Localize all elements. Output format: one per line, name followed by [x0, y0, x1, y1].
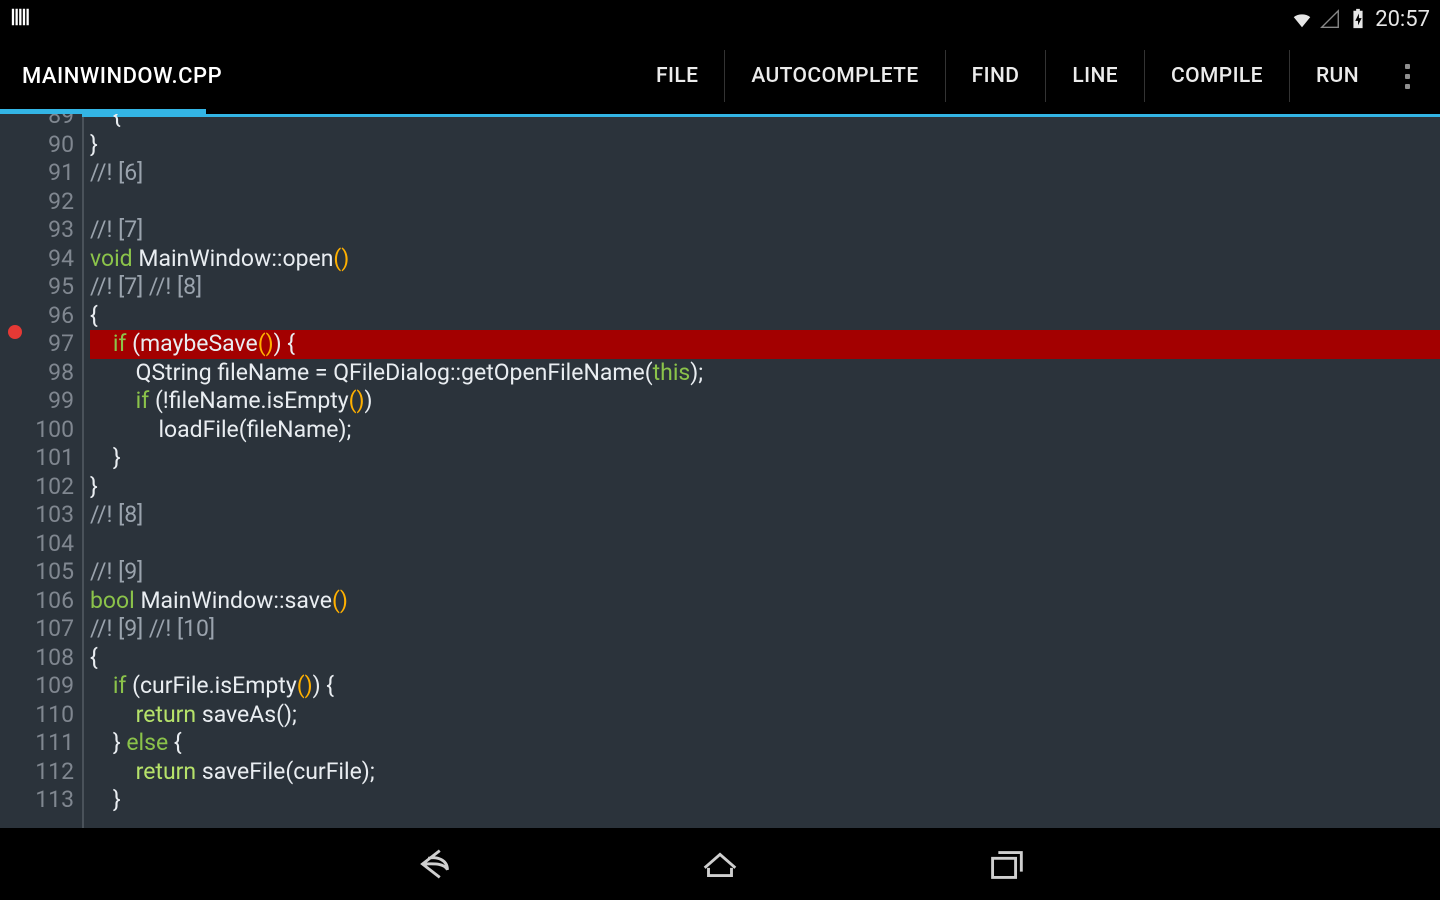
code-line[interactable]: } — [90, 131, 1440, 160]
code-line[interactable]: //! [9] — [90, 558, 1440, 587]
status-left-icons — [10, 6, 32, 32]
menu-find[interactable]: FIND — [945, 50, 1046, 102]
code-line[interactable]: //! [8] — [90, 501, 1440, 530]
wifi-icon — [1291, 8, 1313, 30]
code-line[interactable]: } else { — [90, 729, 1440, 758]
code-line[interactable]: QString fileName = QFileDialog::getOpenF… — [90, 359, 1440, 388]
barcode-icon — [10, 6, 32, 28]
line-number[interactable]: 90 — [0, 131, 74, 160]
code-line[interactable]: { — [90, 644, 1440, 673]
line-number[interactable]: 112 — [0, 758, 74, 787]
code-area[interactable]: {}//! [6]//! [7]void MainWindow::open()/… — [84, 114, 1440, 828]
line-number[interactable]: 89 — [0, 114, 74, 131]
document-title[interactable]: MAINWINDOW.CPP — [22, 64, 222, 89]
breakpoint-marker[interactable] — [8, 325, 22, 339]
battery-charging-icon — [1347, 8, 1369, 30]
nav-home-icon[interactable] — [697, 841, 743, 887]
line-number[interactable]: 91 — [0, 159, 74, 188]
code-line[interactable]: loadFile(fileName); — [90, 416, 1440, 445]
line-number[interactable]: 94 — [0, 245, 74, 274]
line-number[interactable]: 98 — [0, 359, 74, 388]
line-number[interactable]: 99 — [0, 387, 74, 416]
line-number[interactable]: 107 — [0, 615, 74, 644]
line-number[interactable]: 93 — [0, 216, 74, 245]
line-number[interactable]: 106 — [0, 587, 74, 616]
action-bar: MAINWINDOW.CPP FILE AUTOCOMPLETE FIND LI… — [0, 38, 1440, 114]
android-nav-bar — [0, 828, 1440, 900]
code-line[interactable]: } — [90, 444, 1440, 473]
menu-line[interactable]: LINE — [1045, 50, 1144, 102]
code-line[interactable]: //! [9] //! [10] — [90, 615, 1440, 644]
code-editor[interactable]: 8990919293949596979899100101102103104105… — [0, 114, 1440, 828]
nav-recent-icon[interactable] — [983, 841, 1029, 887]
line-number[interactable]: 104 — [0, 530, 74, 559]
code-line[interactable]: void MainWindow::open() — [90, 245, 1440, 274]
line-number-gutter[interactable]: 8990919293949596979899100101102103104105… — [0, 114, 82, 828]
code-line[interactable] — [90, 188, 1440, 217]
code-line[interactable]: //! [7] //! [8] — [90, 273, 1440, 302]
status-clock: 20:57 — [1375, 7, 1430, 32]
line-number[interactable]: 113 — [0, 786, 74, 815]
code-line[interactable]: if (curFile.isEmpty()) { — [90, 672, 1440, 701]
code-line[interactable]: if (!fileName.isEmpty()) — [90, 387, 1440, 416]
cell-signal-icon — [1319, 8, 1341, 30]
nav-back-icon[interactable] — [411, 841, 457, 887]
line-number[interactable]: 102 — [0, 473, 74, 502]
android-status-bar: 20:57 — [0, 0, 1440, 38]
menu-compile[interactable]: COMPILE — [1144, 50, 1289, 102]
line-number[interactable]: 110 — [0, 701, 74, 730]
menu-autocomplete[interactable]: AUTOCOMPLETE — [724, 50, 944, 102]
code-line[interactable] — [90, 530, 1440, 559]
line-number[interactable]: 111 — [0, 729, 74, 758]
code-line[interactable]: return saveAs(); — [90, 701, 1440, 730]
code-line[interactable]: } — [90, 473, 1440, 502]
action-menu: FILE AUTOCOMPLETE FIND LINE COMPILE RUN — [630, 50, 1385, 102]
code-line[interactable]: { — [90, 114, 1440, 131]
line-number[interactable]: 109 — [0, 672, 74, 701]
status-right-icons: 20:57 — [1291, 7, 1430, 32]
code-line[interactable]: } — [90, 786, 1440, 815]
menu-file[interactable]: FILE — [630, 50, 724, 102]
code-line[interactable]: if (maybeSave()) { — [90, 330, 1440, 359]
overflow-menu-button[interactable] — [1385, 64, 1430, 89]
code-line[interactable]: //! [6] — [90, 159, 1440, 188]
line-number[interactable]: 92 — [0, 188, 74, 217]
code-line[interactable]: bool MainWindow::save() — [90, 587, 1440, 616]
line-number[interactable]: 105 — [0, 558, 74, 587]
line-number[interactable]: 101 — [0, 444, 74, 473]
code-line[interactable]: //! [7] — [90, 216, 1440, 245]
code-line[interactable]: { — [90, 302, 1440, 331]
code-line[interactable]: return saveFile(curFile); — [90, 758, 1440, 787]
line-number[interactable]: 108 — [0, 644, 74, 673]
line-number[interactable]: 103 — [0, 501, 74, 530]
menu-run[interactable]: RUN — [1289, 50, 1385, 102]
line-number[interactable]: 95 — [0, 273, 74, 302]
line-number[interactable]: 100 — [0, 416, 74, 445]
